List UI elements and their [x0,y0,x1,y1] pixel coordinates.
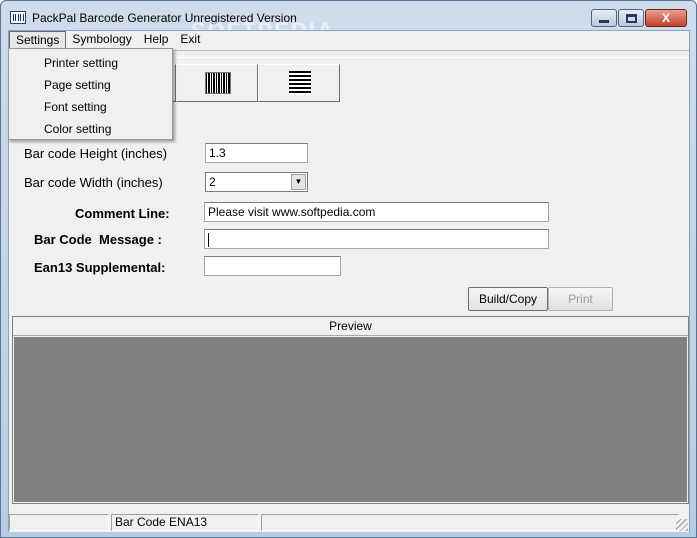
stacked-barcode-tool-button[interactable] [258,64,340,102]
maximize-button[interactable] [618,9,644,27]
menu-item-printer-setting[interactable]: Printer setting [9,52,172,74]
status-bar: Bar Code ENA13 [9,514,689,532]
preview-header: Preview [13,317,688,336]
menu-symbology[interactable]: Symbology [66,31,137,49]
preview-panel: Preview [12,316,689,504]
status-pane-3 [261,514,679,531]
comment-label: Comment Line: [75,206,170,221]
text-caret [208,232,209,247]
print-button[interactable]: Print [548,287,613,311]
status-pane-symbology: Bar Code ENA13 [111,514,259,531]
height-label: Bar code Height (inches) [24,146,168,161]
menu-bar: Settings Symbology Help Exit [9,31,689,49]
barcode-tool-button[interactable] [176,64,258,102]
chevron-down-icon[interactable]: ▼ [291,174,306,190]
minimize-button[interactable] [591,9,617,27]
menu-item-color-setting[interactable]: Color setting [9,118,172,140]
barcode-app-icon [10,11,26,24]
message-input[interactable] [204,229,549,249]
close-button[interactable]: X [645,9,687,27]
comment-input[interactable]: Please visit www.softpedia.com [204,202,549,222]
menu-help[interactable]: Help [138,31,175,49]
app-window: PackPal Barcode Generator Unregistered V… [0,0,697,538]
title-bar[interactable]: PackPal Barcode Generator Unregistered V… [1,1,696,43]
minimize-icon [599,19,609,23]
width-label: Bar code Width (inches) [24,175,163,190]
menu-item-font-setting[interactable]: Font setting [9,96,172,118]
supplemental-label: Ean13 Supplemental: [34,260,166,275]
height-input[interactable]: 1.3 [205,143,308,163]
barcode-icon [205,72,231,94]
settings-dropdown-menu: Printer setting Page setting Font settin… [8,48,173,140]
resize-grip-icon[interactable] [676,519,688,531]
maximize-icon [625,13,637,23]
supplemental-input[interactable] [204,256,341,276]
preview-canvas [14,337,687,502]
width-select-value: 2 [209,175,216,189]
build-copy-button[interactable]: Build/Copy [468,287,548,311]
close-icon: X [661,11,670,25]
menu-settings[interactable]: Settings [9,31,67,49]
width-select[interactable]: 2 ▼ [205,172,308,192]
stacked-barcode-icon [289,71,311,95]
status-pane-1 [9,514,109,531]
menu-exit[interactable]: Exit [174,31,206,49]
message-label: Bar Code Message : [34,232,162,247]
menu-item-page-setting[interactable]: Page setting [9,74,172,96]
